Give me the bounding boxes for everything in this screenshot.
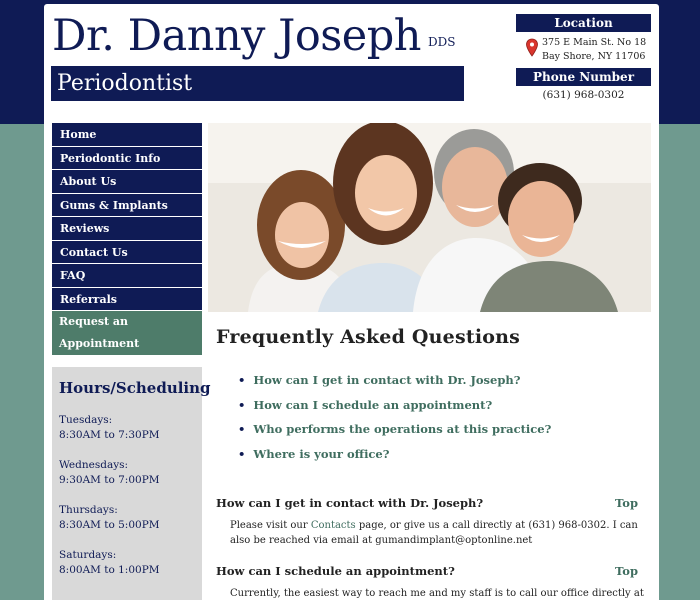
- faq-link[interactable]: How can I schedule an appointment?: [238, 393, 646, 418]
- hours-time: 8:30AM to 7:30PM: [59, 429, 160, 441]
- subtitle: Periodontist: [57, 71, 193, 96]
- address-line-1: 375 E Main St. No 18: [542, 37, 647, 48]
- hours-entry: Saturdays: 8:00AM to 1:00PM: [59, 548, 195, 578]
- page-container: Dr. Danny Joseph DDS Periodontist Locati…: [44, 4, 659, 600]
- request-appointment-button[interactable]: Request an Appointment Online Today!: [52, 311, 202, 372]
- hours-entry: Tuesdays: 8:30AM to 7:30PM: [59, 413, 195, 443]
- sidebar-nav: Home Periodontic Info About Us Gums & Im…: [52, 123, 202, 372]
- nav-item-referrals[interactable]: Referrals: [52, 287, 202, 310]
- faq-question-row: How can I schedule an appointment? Top: [216, 558, 646, 584]
- nav-item-about-us[interactable]: About Us: [52, 170, 202, 193]
- site-title[interactable]: Dr. Danny Joseph: [52, 10, 421, 62]
- faq-question: How can I get in contact with Dr. Joseph…: [216, 496, 484, 510]
- location-heading: Location: [516, 14, 651, 32]
- hours-day: Saturdays:: [59, 549, 117, 561]
- address-line-2: Bay Shore, NY 11706: [542, 51, 646, 62]
- hours-time: 8:30AM to 5:00PM: [59, 519, 160, 531]
- phone-heading: Phone Number: [516, 68, 651, 86]
- nav-item-faq[interactable]: FAQ: [52, 264, 202, 287]
- contacts-link[interactable]: Contacts: [311, 520, 356, 531]
- answer-text-pre: Please visit our: [230, 520, 311, 531]
- hours-day: Wednesdays:: [59, 459, 129, 471]
- hero-family-photo: [208, 123, 651, 312]
- nav-item-reviews[interactable]: Reviews: [52, 217, 202, 240]
- map-pin-icon: [526, 38, 538, 57]
- main-content: Frequently Asked Questions How can I get…: [216, 326, 646, 600]
- faq-link[interactable]: Where is your office?: [238, 442, 646, 467]
- top-link[interactable]: Top: [615, 490, 638, 516]
- faq-answer: Currently, the easiest way to reach me a…: [230, 588, 644, 599]
- hours-day: Thursdays:: [59, 504, 118, 516]
- nav-item-gums-implants[interactable]: Gums & Implants: [52, 193, 202, 216]
- hours-entry: Thursdays: 8:30AM to 5:00PM: [59, 503, 195, 533]
- faq-question: How can I schedule an appointment?: [216, 564, 455, 578]
- hours-time: 9:30AM to 7:00PM: [59, 474, 160, 486]
- hours-entry: Wednesdays: 9:30AM to 7:00PM: [59, 458, 195, 488]
- faq-link[interactable]: Who performs the operations at this prac…: [238, 417, 646, 442]
- hours-day: Tuesdays:: [59, 414, 113, 426]
- phone-number[interactable]: (631) 968-0302: [516, 89, 651, 101]
- page-title: Frequently Asked Questions: [216, 326, 521, 348]
- nav-item-contact-us[interactable]: Contact Us: [52, 240, 202, 263]
- faq-answer: Please visit our Contacts page, or give …: [216, 518, 646, 548]
- nav-item-periodontic-info[interactable]: Periodontic Info: [52, 146, 202, 169]
- nav-item-home[interactable]: Home: [52, 123, 202, 146]
- hours-panel: Hours/Scheduling Tuesdays: 8:30AM to 7:3…: [52, 367, 211, 600]
- address: 375 E Main St. No 18 Bay Shore, NY 11706: [542, 36, 652, 64]
- subtitle-bar: Periodontist: [51, 66, 464, 101]
- hours-time: 8:00AM to 1:00PM: [59, 564, 160, 576]
- top-link[interactable]: Top: [615, 558, 638, 584]
- hours-title: Hours/Scheduling: [59, 379, 211, 397]
- title-suffix: DDS: [428, 35, 456, 49]
- faq-link[interactable]: How can I get in contact with Dr. Joseph…: [238, 368, 646, 393]
- family-photo-illustration: [208, 123, 651, 312]
- cta-line-1: Request an Appointment: [59, 315, 140, 350]
- faq-question-row: How can I get in contact with Dr. Joseph…: [216, 490, 646, 516]
- faq-index-list: How can I get in contact with Dr. Joseph…: [216, 368, 646, 466]
